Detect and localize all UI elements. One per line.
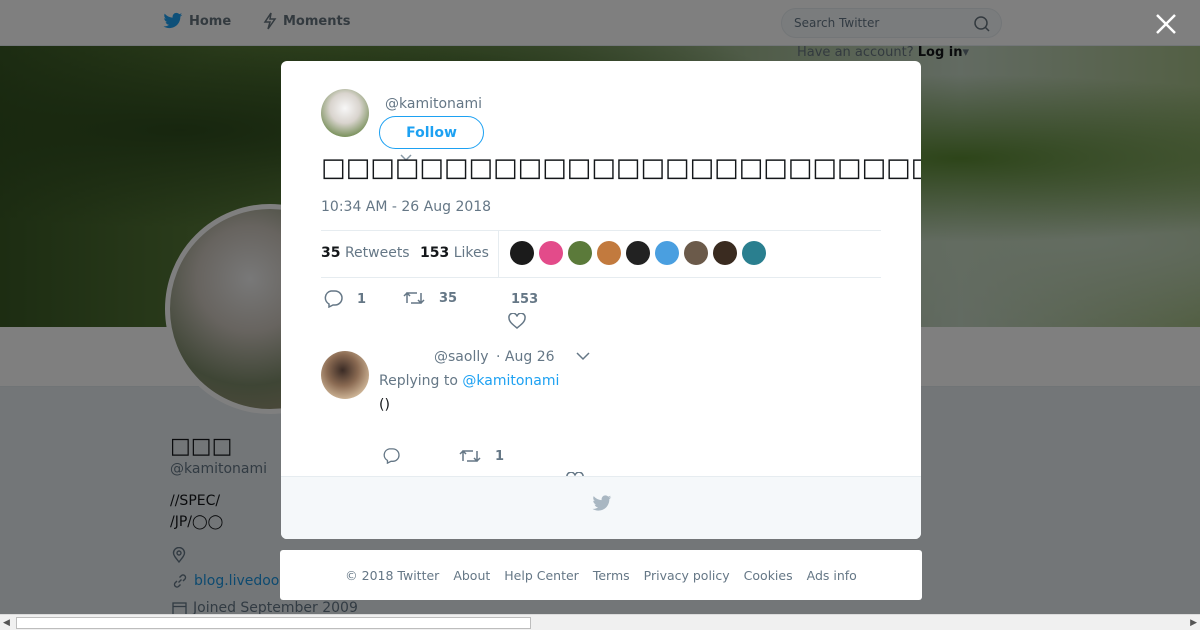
likes-count: 153 [420, 245, 450, 261]
twitter-bird-icon [592, 495, 612, 511]
reply-icon [324, 290, 343, 308]
replying-to-handle[interactable]: @kamitonami [462, 373, 559, 389]
scroll-left-arrow-icon[interactable]: ◀ [3, 618, 10, 628]
retweets-label: Retweets [344, 245, 410, 261]
close-icon[interactable] [1154, 12, 1178, 36]
liker-avatar[interactable] [597, 241, 621, 265]
replying-to-prefix: Replying to [379, 373, 458, 389]
reply-retweet-count: 1 [495, 448, 505, 464]
liker-avatar[interactable] [510, 241, 534, 265]
scroll-right-arrow-icon[interactable]: ▶ [1190, 618, 1197, 628]
stats-divider [498, 231, 499, 277]
footer-link[interactable]: About [453, 568, 490, 583]
footer-links: © 2018 Twitter About Help Center Terms Priva… [280, 550, 922, 600]
retweet-count: 35 [439, 290, 458, 306]
replying-to: Replying to @kamitonami [379, 373, 559, 389]
retweet-button[interactable]: 35 [403, 290, 457, 306]
tweet-actions: 1 35 153 [321, 290, 721, 330]
author-avatar[interactable] [321, 89, 369, 137]
footer-link[interactable]: Help Center [504, 568, 579, 583]
footer-link[interactable]: Privacy policy [644, 568, 730, 583]
liker-avatar[interactable] [742, 241, 766, 265]
reply-count: 1 [357, 291, 367, 307]
footer-link[interactable]: Ads info [807, 568, 857, 583]
like-count: 153 [511, 292, 539, 307]
likes-stat[interactable]: 153 Likes [420, 245, 489, 261]
chevron-down-icon[interactable] [576, 351, 590, 361]
retweets-stat[interactable]: 35 Retweets [321, 245, 410, 261]
scrollbar-thumb[interactable] [16, 617, 531, 629]
retweet-icon [403, 291, 425, 305]
retweet-icon [459, 449, 481, 463]
copyright-text: © 2018 Twitter [345, 567, 440, 583]
footer-link[interactable]: Terms [593, 568, 630, 583]
likes-label: Likes [453, 245, 489, 261]
reply-retweet-button[interactable]: 1 [459, 448, 504, 464]
footer-link[interactable]: Cookies [744, 568, 793, 583]
tweet-stats: 35 Retweets 153 Likes [321, 230, 881, 278]
reply-button[interactable]: 1 [323, 290, 366, 308]
horizontal-scrollbar[interactable]: ◀ ▶ [0, 614, 1200, 630]
tweet-timestamp[interactable]: 10:34 AM - 26 Aug 2018 [321, 199, 491, 215]
heart-icon[interactable] [508, 313, 526, 329]
liker-avatar[interactable] [568, 241, 592, 265]
liker-avatar[interactable] [539, 241, 563, 265]
follow-button[interactable]: Follow [379, 116, 484, 149]
reply-icon[interactable] [382, 448, 400, 464]
reply-handle[interactable]: @saolly [434, 349, 489, 365]
liker-avatar[interactable] [626, 241, 650, 265]
liker-avatar[interactable] [713, 241, 737, 265]
liker-avatar[interactable] [684, 241, 708, 265]
tweet-modal: @kamitonami Follow □□□□□□□□□□□□□□□□□□□□□… [281, 61, 921, 539]
liker-avatars [510, 241, 766, 265]
reply-avatar[interactable] [321, 351, 369, 399]
tweet-text: □□□□□□□□□□□□□□□□□□□□□□□□□□□□□□□□□□□□□□□□… [321, 153, 921, 183]
reply-text: () [379, 397, 390, 413]
author-handle[interactable]: @kamitonami [385, 96, 482, 112]
reply-time[interactable]: · Aug 26 [496, 349, 555, 365]
liker-avatar[interactable] [655, 241, 679, 265]
modal-footer [281, 476, 921, 539]
retweets-count: 35 [321, 245, 341, 261]
